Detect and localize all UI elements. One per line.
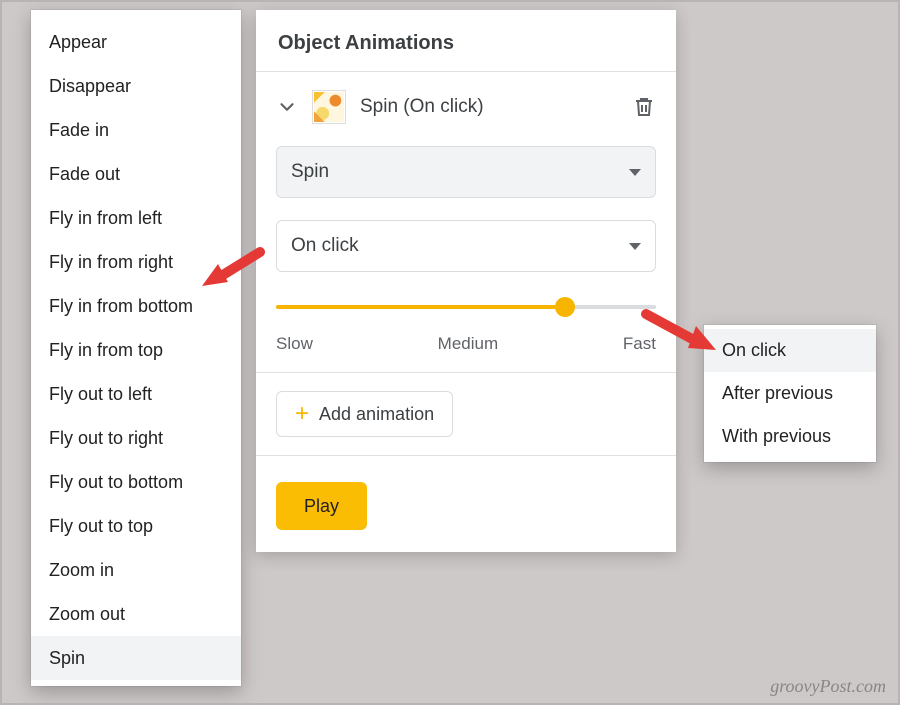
trigger-item-after-previous[interactable]: After previous [704, 372, 876, 415]
menu-item-fly-out-to-left[interactable]: Fly out to left [31, 372, 241, 416]
add-animation-button[interactable]: + Add animation [276, 391, 453, 437]
menu-item-spin[interactable]: Spin [31, 636, 241, 680]
trigger-dropdown[interactable]: On click [276, 220, 656, 272]
speed-slider[interactable]: Slow Medium Fast [276, 294, 656, 354]
delete-animation-button[interactable] [632, 95, 656, 119]
trigger-dropdown-value: On click [291, 235, 359, 257]
animation-type-dropdown-value: Spin [291, 161, 329, 183]
menu-item-zoom-out[interactable]: Zoom out [31, 592, 241, 636]
menu-item-fly-out-to-bottom[interactable]: Fly out to bottom [31, 460, 241, 504]
trigger-item-with-previous[interactable]: With previous [704, 415, 876, 458]
trigger-item-on-click[interactable]: On click [704, 329, 876, 372]
menu-item-fly-in-from-top[interactable]: Fly in from top [31, 328, 241, 372]
trigger-menu: On click After previous With previous [704, 325, 876, 462]
speed-label-medium: Medium [438, 334, 498, 354]
play-button[interactable]: Play [276, 482, 367, 530]
chevron-down-icon[interactable] [276, 96, 298, 118]
watermark: groovyPost.com [770, 676, 886, 697]
menu-item-appear[interactable]: Appear [31, 20, 241, 64]
panel-title: Object Animations [256, 28, 676, 71]
menu-item-fade-in[interactable]: Fade in [31, 108, 241, 152]
slider-fill [276, 305, 565, 309]
speed-label-slow: Slow [276, 334, 313, 354]
menu-item-fade-out[interactable]: Fade out [31, 152, 241, 196]
menu-item-fly-out-to-top[interactable]: Fly out to top [31, 504, 241, 548]
menu-item-fly-in-from-left[interactable]: Fly in from left [31, 196, 241, 240]
animation-summary-label: Spin (On click) [360, 96, 618, 118]
menu-item-zoom-in[interactable]: Zoom in [31, 548, 241, 592]
object-animations-panel: Object Animations Spin (On click) Spin O… [256, 10, 676, 552]
dropdown-caret-icon [629, 169, 641, 176]
menu-item-disappear[interactable]: Disappear [31, 64, 241, 108]
animation-type-menu: Appear Disappear Fade in Fade out Fly in… [31, 10, 241, 686]
animation-type-dropdown[interactable]: Spin [276, 146, 656, 198]
object-thumbnail [312, 90, 346, 124]
animation-header-row: Spin (On click) [256, 72, 676, 146]
menu-item-fly-out-to-right[interactable]: Fly out to right [31, 416, 241, 460]
dropdown-caret-icon [629, 243, 641, 250]
slider-thumb[interactable] [555, 297, 575, 317]
speed-label-fast: Fast [623, 334, 656, 354]
menu-item-fly-in-from-right[interactable]: Fly in from right [31, 240, 241, 284]
menu-item-fly-in-from-bottom[interactable]: Fly in from bottom [31, 284, 241, 328]
add-animation-label: Add animation [319, 404, 434, 425]
